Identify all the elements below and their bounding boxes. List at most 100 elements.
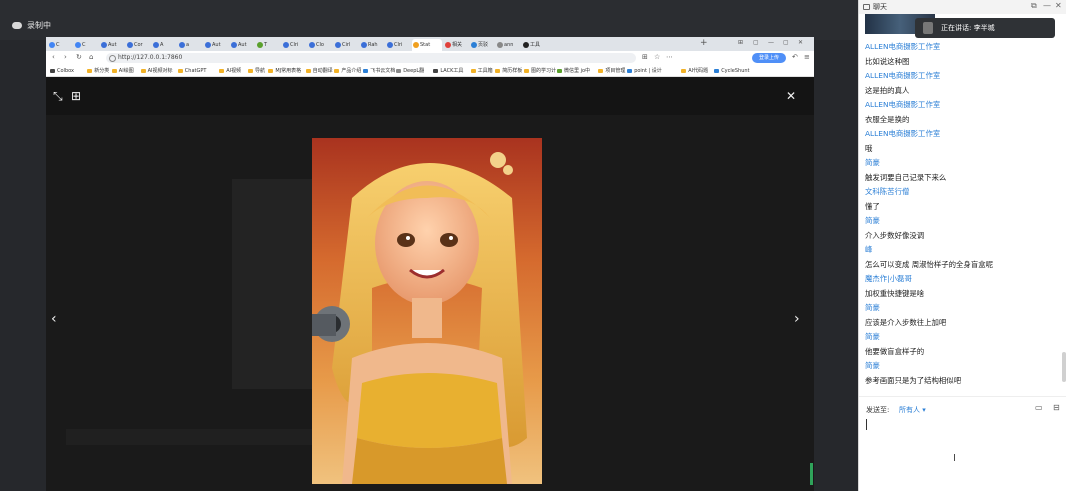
- browser-tab[interactable]: Aut: [230, 39, 254, 51]
- browser-tab[interactable]: Rah: [360, 39, 384, 51]
- message-input[interactable]: [864, 417, 1060, 487]
- recipient-select[interactable]: 所有人 ▾: [899, 405, 926, 415]
- browser-tab[interactable]: 页驳: [470, 39, 494, 51]
- bookmark-item[interactable]: CycleShunt: [714, 67, 750, 75]
- bookmark-item[interactable]: AI代码题: [681, 67, 708, 75]
- message-text: 他要做盲盒样子的: [865, 346, 925, 356]
- browser-tab[interactable]: ann: [496, 39, 520, 51]
- bookmark-item[interactable]: AI视频: [219, 67, 241, 75]
- file-icon[interactable]: ▭: [1035, 403, 1043, 412]
- address-bar: ‹ › ↻ ⌂ http://127.0.0.1:7860 ⊞ ☆ ⋯ 登录上传…: [46, 51, 814, 65]
- bookmark-item[interactable]: 新分类: [87, 67, 109, 75]
- portrait-illustration: [312, 152, 527, 484]
- popout-icon[interactable]: ⧉: [1031, 1, 1037, 11]
- bookmark-item[interactable]: point | 设计: [627, 67, 662, 75]
- browser-tab[interactable]: Clri: [282, 39, 306, 51]
- forward-icon[interactable]: ›: [64, 53, 67, 61]
- bookmark-item[interactable]: 简历样板: [495, 67, 522, 75]
- next-image-icon[interactable]: ›: [794, 311, 800, 327]
- message-sender: 简豪: [865, 303, 880, 312]
- viewer-toolbar: ⤡ ⊞ ✕: [46, 77, 814, 115]
- message-sender: 魔杰作|小磊哥: [865, 274, 912, 283]
- browser-tab[interactable]: 工具: [522, 39, 546, 51]
- close-icon[interactable]: ✕: [786, 90, 796, 102]
- bookmark-item[interactable]: MJ常用表格: [268, 67, 301, 75]
- recording-label: 录制中: [27, 21, 51, 30]
- grid-icon[interactable]: ⊞: [71, 90, 81, 102]
- message-sender: 文科陈苦行僧: [865, 187, 910, 196]
- bookmark-item[interactable]: 飞书云文档: [363, 67, 395, 75]
- window-control-icon[interactable]: ▢: [753, 39, 759, 46]
- message-sender: 简豪: [865, 158, 880, 167]
- message-sender: 简豪: [865, 216, 880, 225]
- window-control-icon[interactable]: ▢: [783, 39, 789, 46]
- bookmark-item[interactable]: ChatGPT: [177, 67, 206, 75]
- window-control-icon[interactable]: ⊞: [738, 39, 743, 46]
- bookmark-item[interactable]: 项目管理: [598, 67, 625, 75]
- bookmark-item[interactable]: DeepL翻: [396, 67, 424, 75]
- browser-tab[interactable]: C: [48, 39, 72, 51]
- home-icon[interactable]: ⌂: [89, 53, 93, 61]
- bookmark-item[interactable]: 工具箱: [470, 67, 493, 75]
- undo-icon[interactable]: ↶: [792, 53, 798, 61]
- browser-tab[interactable]: C: [74, 39, 98, 51]
- login-upload-button[interactable]: 登录上传: [752, 53, 786, 63]
- bookmark-item[interactable]: 产品介绍: [334, 67, 361, 75]
- message-text: 加权重快捷键是啥: [865, 288, 925, 298]
- bookmark-item[interactable]: AI绘图: [111, 67, 134, 75]
- reload-icon[interactable]: ↻: [76, 53, 82, 61]
- bookmark-item[interactable]: 图的学习计: [524, 67, 556, 75]
- message-sender: 简豪: [865, 332, 880, 341]
- new-tab-button[interactable]: +: [700, 38, 708, 48]
- bookmark-item[interactable]: LACK工具: [433, 67, 463, 75]
- star-icon[interactable]: ☆: [654, 53, 660, 61]
- browser-tab[interactable]: a: [178, 39, 202, 51]
- screenshot-icon[interactable]: ⊟: [1053, 403, 1060, 412]
- message-text: 衣服全是换的: [865, 114, 910, 124]
- chat-scrollbar[interactable]: [1062, 352, 1066, 382]
- image-viewer: ⤡ ⊞ ✕ ‹ ›: [46, 77, 814, 491]
- browser-tab[interactable]: Cirl: [334, 39, 358, 51]
- message-sender: ALLEN电商摄影工作室: [865, 100, 941, 109]
- bookmark-item[interactable]: 微信里 jo中: [557, 67, 590, 75]
- back-icon[interactable]: ‹: [52, 53, 55, 61]
- url-field[interactable]: http://127.0.0.1:7860: [106, 53, 636, 63]
- window-control-icon[interactable]: ✕: [798, 39, 803, 46]
- window-control-icon[interactable]: —: [768, 39, 774, 46]
- close-chat-icon[interactable]: ✕: [1055, 1, 1062, 10]
- message-text: 触发词要自己记录下来么: [865, 172, 947, 182]
- minimize-icon[interactable]: —: [1043, 1, 1051, 10]
- browser-tab[interactable]: Clo: [308, 39, 332, 51]
- previous-image-icon[interactable]: ‹: [51, 311, 57, 327]
- translate-icon[interactable]: ⊞: [642, 53, 648, 61]
- browser-tab[interactable]: Aut: [204, 39, 228, 51]
- browser-tab[interactable]: Cor: [126, 39, 150, 51]
- chat-title: 聊天: [873, 3, 887, 11]
- message-sender: 峰: [865, 245, 873, 254]
- chat-icon: [863, 4, 870, 10]
- more-icon[interactable]: ⋯: [666, 53, 673, 61]
- message-sender: ALLEN电商摄影工作室: [865, 71, 941, 80]
- menu-icon[interactable]: ≡: [804, 53, 810, 61]
- browser-tab[interactable]: Aut: [100, 39, 124, 51]
- bookmark-item[interactable]: 自动翻译: [305, 67, 333, 75]
- browser-tab[interactable]: A: [152, 39, 176, 51]
- speaking-indicator: 正在讲话: 李半城: [915, 18, 1055, 38]
- recording-bar: 录制中: [0, 0, 858, 40]
- browser-tab[interactable]: T: [256, 39, 280, 51]
- chat-header: 聊天 ⧉ — ✕: [859, 0, 1066, 14]
- scrollbar-indicator[interactable]: [810, 463, 813, 485]
- speaker-avatar: [923, 22, 933, 34]
- message-text: 哦: [865, 143, 873, 153]
- message-list: ALLEN电商摄影工作室 比如说这种图 ALLEN电商摄影工作室 这是拍的真人 ALLE…: [865, 40, 1061, 388]
- message-text: 应该是介入步数往上加吧: [865, 317, 947, 327]
- browser-tab[interactable]: Clri: [386, 39, 410, 51]
- browser-tab[interactable]: 相关: [444, 39, 468, 51]
- fullscreen-icon[interactable]: ⤡: [53, 90, 63, 102]
- browser-tab[interactable]: Stat: [412, 39, 442, 51]
- bookmark-item[interactable]: AI视频对标: [140, 67, 173, 75]
- bookmark-item[interactable]: Colbox: [50, 67, 74, 75]
- message-sender: 简豪: [865, 361, 880, 370]
- bookmarks-bar: Colbox 新分类 AI绘图 AI视频对标 ChatGPT AI视频 导航 MJ常用表格 自动…: [46, 65, 814, 77]
- bookmark-item[interactable]: 导航: [248, 67, 265, 75]
